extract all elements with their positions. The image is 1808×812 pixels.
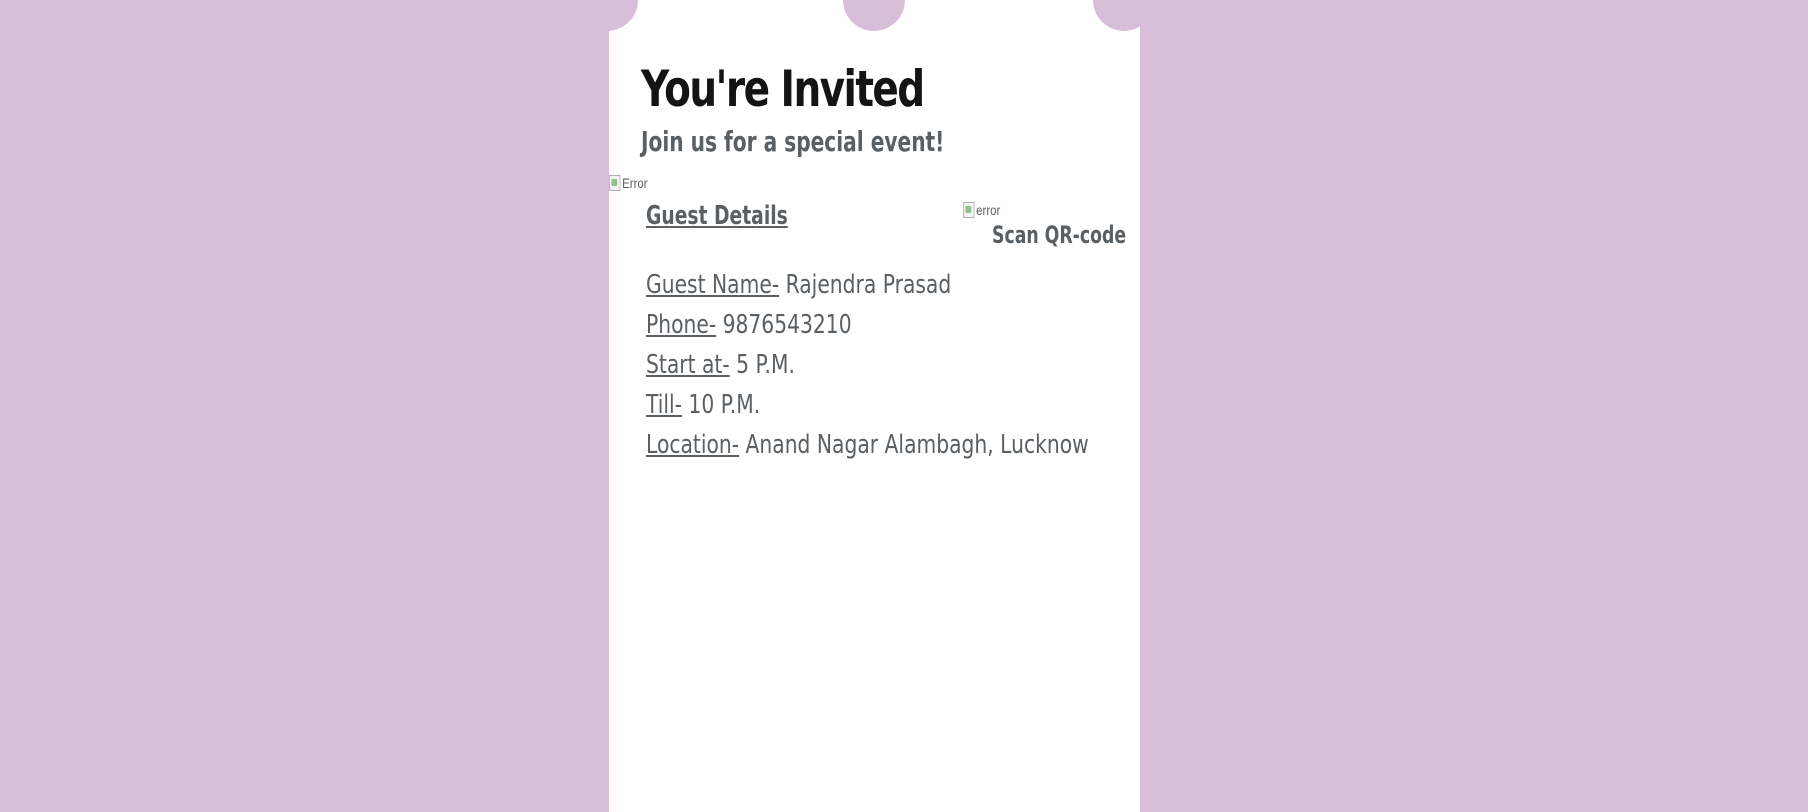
detail-value: 10 P.M.	[681, 390, 761, 420]
qr-code-image: error	[963, 202, 1000, 218]
qr-code-caption: Scan QR-code	[992, 221, 1127, 249]
page-subtitle: Join us for a special event!	[641, 125, 945, 158]
broken-image-icon	[963, 202, 975, 218]
detail-label: Start at-	[646, 350, 730, 380]
guest-details-list: Guest Name- Rajendra Prasad Phone- 98765…	[646, 265, 1214, 465]
broken-image-icon	[609, 175, 621, 191]
detail-value: Rajendra Prasad	[779, 270, 952, 300]
detail-phone: Phone- 9876543210	[646, 305, 1089, 345]
detail-label: Guest Name-	[646, 270, 780, 300]
banner-image-alt: Error	[622, 175, 648, 191]
detail-location: Location- Anand Nagar Alambagh, Lucknow	[646, 425, 1089, 465]
qr-code-image-alt: error	[976, 202, 1001, 218]
banner-image: Error	[609, 175, 648, 191]
detail-end-time: Till- 10 P.M.	[646, 385, 1089, 425]
guest-details-heading: Guest Details	[646, 201, 788, 231]
detail-label: Till-	[646, 390, 682, 420]
detail-label: Location-	[646, 430, 740, 460]
detail-value: 9876543210	[716, 310, 852, 340]
detail-start-time: Start at- 5 P.M.	[646, 345, 1089, 385]
detail-value: 5 P.M.	[729, 350, 795, 380]
detail-label: Phone-	[646, 310, 717, 340]
detail-value: Anand Nagar Alambagh, Lucknow	[739, 430, 1089, 460]
detail-guest-name: Guest Name- Rajendra Prasad	[646, 265, 1089, 305]
page-title: You're Invited	[641, 60, 925, 118]
